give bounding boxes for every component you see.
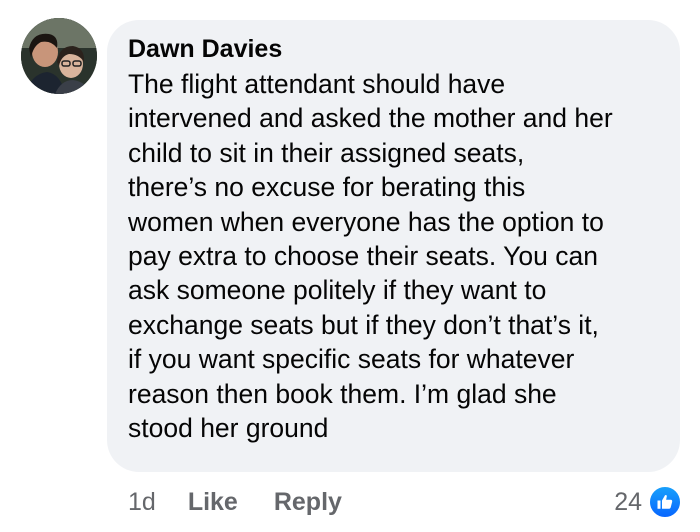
avatar-photo — [21, 18, 97, 94]
avatar[interactable] — [21, 18, 97, 94]
comment-actions: 1d Like Reply — [128, 484, 342, 520]
comment-author[interactable]: Dawn Davies — [128, 33, 660, 65]
comment-timestamp[interactable]: 1d — [128, 488, 156, 517]
reply-button[interactable]: Reply — [274, 488, 342, 517]
comment-text: The flight attendant should have interve… — [128, 69, 613, 444]
comment-bubble: Dawn Davies The flight attendant should … — [107, 20, 680, 472]
comment: Dawn Davies The flight attendant should … — [0, 0, 700, 532]
reaction-summary[interactable]: 24 — [614, 484, 682, 520]
reaction-count: 24 — [614, 487, 642, 516]
like-thumb-icon — [648, 485, 682, 519]
like-button[interactable]: Like — [188, 488, 238, 517]
